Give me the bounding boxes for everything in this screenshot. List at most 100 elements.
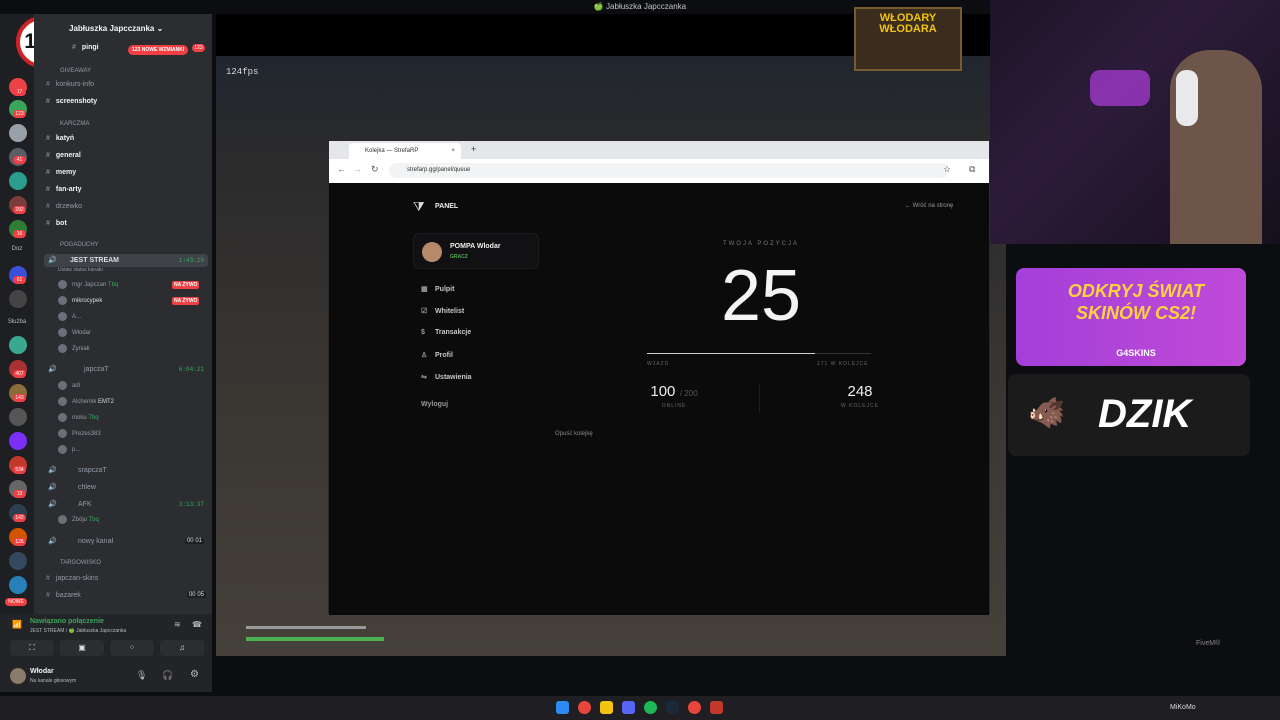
voice-user[interactable]: moku Tbq <box>58 413 99 422</box>
channel-fan-arty[interactable]: # fan-arty <box>46 186 82 193</box>
soundboard-button[interactable]: ♫ <box>160 640 204 656</box>
queue-count-value: 248 <box>847 383 873 400</box>
voice-channel-jest-stream[interactable]: 🔊 JEST STREAM 1:43:29 <box>44 254 208 267</box>
voice-channel-afk[interactable]: 🔊 AFK 3:13:37 <box>44 498 208 511</box>
voice-user[interactable]: Prezes383 <box>58 429 101 438</box>
server-icon[interactable] <box>9 336 27 354</box>
channel-memy[interactable]: # memy <box>46 169 76 176</box>
dzik-ad[interactable]: 🐗 DZIK <box>1008 374 1250 456</box>
steam-icon[interactable] <box>666 701 679 714</box>
back-icon[interactable]: ← <box>337 164 346 174</box>
voice-user[interactable]: Alchemik EMT2 <box>58 397 114 406</box>
noise-suppression-icon[interactable]: ≋ <box>174 620 181 629</box>
new-tab-icon[interactable]: + <box>471 144 476 154</box>
headphones-icon[interactable]: 🎧 <box>162 670 173 681</box>
browser-tab[interactable]: Kolejka — StrefaRP × <box>349 143 461 159</box>
reload-icon[interactable]: ↻ <box>371 164 379 175</box>
nav-transakcje[interactable]: $ Transakcje <box>421 329 471 336</box>
server-icon[interactable] <box>9 432 27 450</box>
server-badge: 534 <box>13 466 26 474</box>
nav-ustawienia[interactable]: ⇋ Ustawienia <box>421 373 472 381</box>
server-icon[interactable] <box>9 172 27 190</box>
channel-screenshoty[interactable]: # screenshoty <box>46 98 97 105</box>
back-to-site-link[interactable]: ← Wróć na stronę <box>905 203 953 209</box>
channel-drzewko[interactable]: # drzewko <box>46 203 82 210</box>
server-icon[interactable] <box>9 290 27 308</box>
boar-icon: 🐗 <box>1028 397 1066 430</box>
category-giveaway[interactable]: GIVEAWAY <box>60 68 91 74</box>
spotify-icon[interactable] <box>644 701 657 714</box>
star-icon[interactable]: ☆ <box>943 164 951 175</box>
gear-icon[interactable]: ⚙ <box>190 669 199 680</box>
camera-button[interactable]: ⛶ <box>10 640 54 656</box>
username[interactable]: Włodar <box>30 668 54 675</box>
discord-icon[interactable] <box>622 701 635 714</box>
nav-pulpit[interactable]: ▦ Pulpit <box>421 285 454 293</box>
server-icon[interactable] <box>9 552 27 570</box>
server-badge: 17 <box>13 88 26 96</box>
mentions-pill[interactable]: 123 NOWE WZMIANKI <box>128 45 189 55</box>
category-pogaduchy[interactable]: POGADUCHY <box>60 242 99 248</box>
voice-channel-chlew[interactable]: 🔊 chlew <box>44 481 208 494</box>
disconnect-icon[interactable]: ☎ <box>192 620 202 629</box>
channel-general[interactable]: # general <box>46 152 81 159</box>
speaker-icon: 🔊 <box>48 366 57 373</box>
channel-bazarek[interactable]: # bazarek <box>46 592 81 599</box>
voice-channel-nowy-kanal[interactable]: 🔊 nowy kanał 00 01 <box>44 535 208 548</box>
voice-channel-srapczat[interactable]: 🔊 srapczaT <box>44 464 208 477</box>
voice-user[interactable]: mgr Japczan Tbq <box>58 280 118 289</box>
voice-user[interactable]: Zyniak <box>58 344 90 353</box>
channel-bot[interactable]: # bot <box>46 220 67 227</box>
online-stat: 100 / 200 ONLINE <box>609 383 739 409</box>
chrome-icon[interactable] <box>578 701 591 714</box>
voice-channel-japczat[interactable]: 🔊 japczaT 6:04:21 <box>44 363 208 376</box>
screen-share-button[interactable]: ▣ <box>60 640 104 656</box>
category-karczma[interactable]: KARCZMA <box>60 121 89 127</box>
nav-profil[interactable]: ♙ Profil <box>421 351 453 359</box>
leave-queue-button[interactable]: Opuść kolejkę <box>555 431 593 437</box>
server-name[interactable]: Jabłuszka Japcczanka ⌄ <box>69 24 163 33</box>
online-value: 100 <box>650 383 676 400</box>
voice-timer: 1:43:29 <box>178 257 204 264</box>
url-input[interactable]: strefarp.gg/panel/queue <box>389 163 949 178</box>
windows-start-icon[interactable] <box>556 701 569 714</box>
channel-konkurs-info[interactable]: # konkurs-info <box>46 81 94 88</box>
browser-icon[interactable] <box>688 701 701 714</box>
profile-card[interactable]: POMPA Wlodar GRACZ <box>413 233 539 269</box>
voice-user[interactable]: A... <box>58 312 81 321</box>
streamer-sign: WŁODARY WŁODARA <box>854 7 962 71</box>
file-explorer-icon[interactable] <box>600 701 613 714</box>
channel-katyn[interactable]: # katyń <box>46 135 74 142</box>
channel-japczan-skins[interactable]: # japczan-skins <box>46 575 98 582</box>
category-targowisko[interactable]: TARGOWISKO <box>60 560 101 566</box>
logout-button[interactable]: Wyloguj <box>421 401 448 408</box>
server-icon[interactable] <box>9 124 27 142</box>
forward-icon[interactable]: → <box>353 164 362 174</box>
voice-connection-panel: 📶 Nawiązano połączenie JEST STREAM / 🍏 J… <box>0 614 212 666</box>
position-label: TWOJA POZYCJA <box>722 241 799 247</box>
extensions-icon[interactable]: ⧉ <box>969 164 975 175</box>
channel-pingi[interactable]: # pingi <box>72 44 99 51</box>
sliders-icon: ⇋ <box>421 374 427 381</box>
connection-location[interactable]: JEST STREAM / 🍏 Jabłuszka Japcczanka <box>30 628 126 634</box>
voice-user[interactable]: p... <box>58 445 80 454</box>
nav-whitelist[interactable]: ☑ Whitelist <box>421 307 464 315</box>
activities-button[interactable]: ⁘ <box>110 640 154 656</box>
server-icon[interactable] <box>9 408 27 426</box>
voice-user[interactable]: adi <box>58 381 80 390</box>
signal-icon[interactable]: 📶 <box>12 620 22 629</box>
browser-window: Kolejka — StrefaRP × + ← → ↻ strefarp.gg/… <box>328 140 990 615</box>
voice-user[interactable]: mikrocypek <box>58 296 102 305</box>
speaker-icon: 🔊 <box>48 501 57 508</box>
cs2-skins-ad[interactable]: ODKRYJ ŚWIAT SKINÓW CS2! G4SKINS <box>1016 268 1246 366</box>
voice-user[interactable]: Włodar <box>58 328 91 337</box>
app-icon[interactable] <box>710 701 723 714</box>
stat-divider <box>759 383 760 413</box>
channel-status-hint[interactable]: Ustaw status kanału <box>58 267 103 273</box>
voice-user[interactable]: Zbóju Tbq <box>58 515 99 524</box>
server-icon[interactable] <box>9 576 27 594</box>
server-badge: 126 <box>13 538 26 546</box>
microphone-icon[interactable]: 🎙 <box>136 670 147 681</box>
close-icon[interactable]: × <box>451 143 455 159</box>
avatar[interactable] <box>10 668 26 684</box>
